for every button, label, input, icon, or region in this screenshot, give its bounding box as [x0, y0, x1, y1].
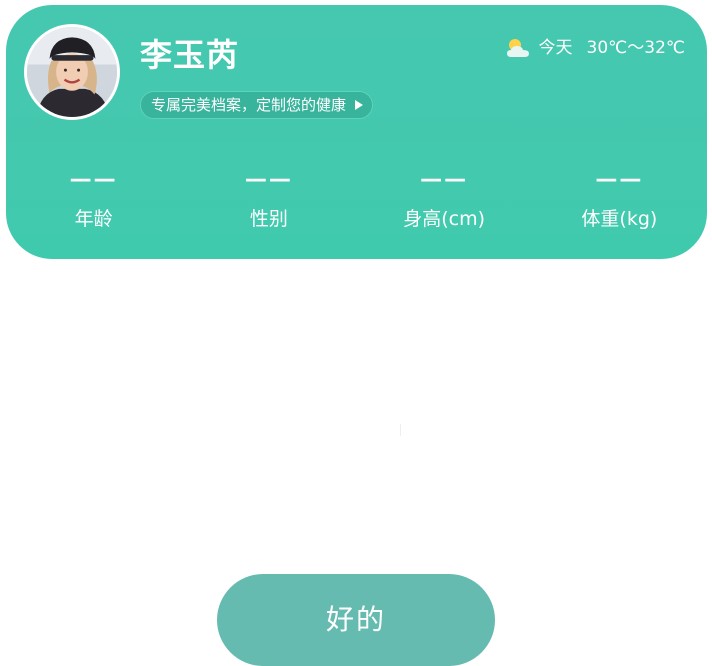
stat-gender[interactable]: —— 性别	[181, 167, 356, 233]
avatar[interactable]	[24, 24, 120, 120]
play-arrow-icon	[355, 100, 364, 110]
profile-link-label: 专属完美档案，定制您的健康	[151, 96, 347, 114]
partly-cloudy-icon	[506, 39, 529, 57]
stat-age[interactable]: —— 年龄	[6, 167, 181, 233]
stat-value: ——	[69, 167, 118, 192]
profile-card: 李玉芮 专属完美档案，定制您的健康 今天 30℃～32℃ —— 年龄 —— 性别…	[6, 5, 707, 259]
stat-weight[interactable]: —— 体重(kg)	[532, 167, 707, 233]
stat-label: 年龄	[74, 208, 113, 230]
stat-label: 身高(cm)	[403, 208, 486, 230]
stat-value: ——	[420, 167, 469, 192]
profile-link-button[interactable]: 专属完美档案，定制您的健康	[140, 91, 374, 119]
user-name: 李玉芮	[140, 36, 240, 74]
stat-height[interactable]: —— 身高(cm)	[357, 167, 532, 233]
avatar-image	[27, 27, 117, 117]
stats-row: —— 年龄 —— 性别 —— 身高(cm) —— 体重(kg)	[6, 167, 707, 233]
ok-button[interactable]: 好的	[217, 574, 495, 666]
stat-value: ——	[595, 167, 644, 192]
weather-temperature: 30℃～32℃	[586, 38, 685, 58]
weather-widget: 今天 30℃～32℃	[505, 37, 685, 59]
weather-day: 今天	[538, 38, 573, 58]
stat-label: 体重(kg)	[581, 208, 658, 230]
stat-value: ——	[244, 167, 293, 192]
divider	[400, 424, 401, 436]
stat-label: 性别	[249, 208, 288, 230]
